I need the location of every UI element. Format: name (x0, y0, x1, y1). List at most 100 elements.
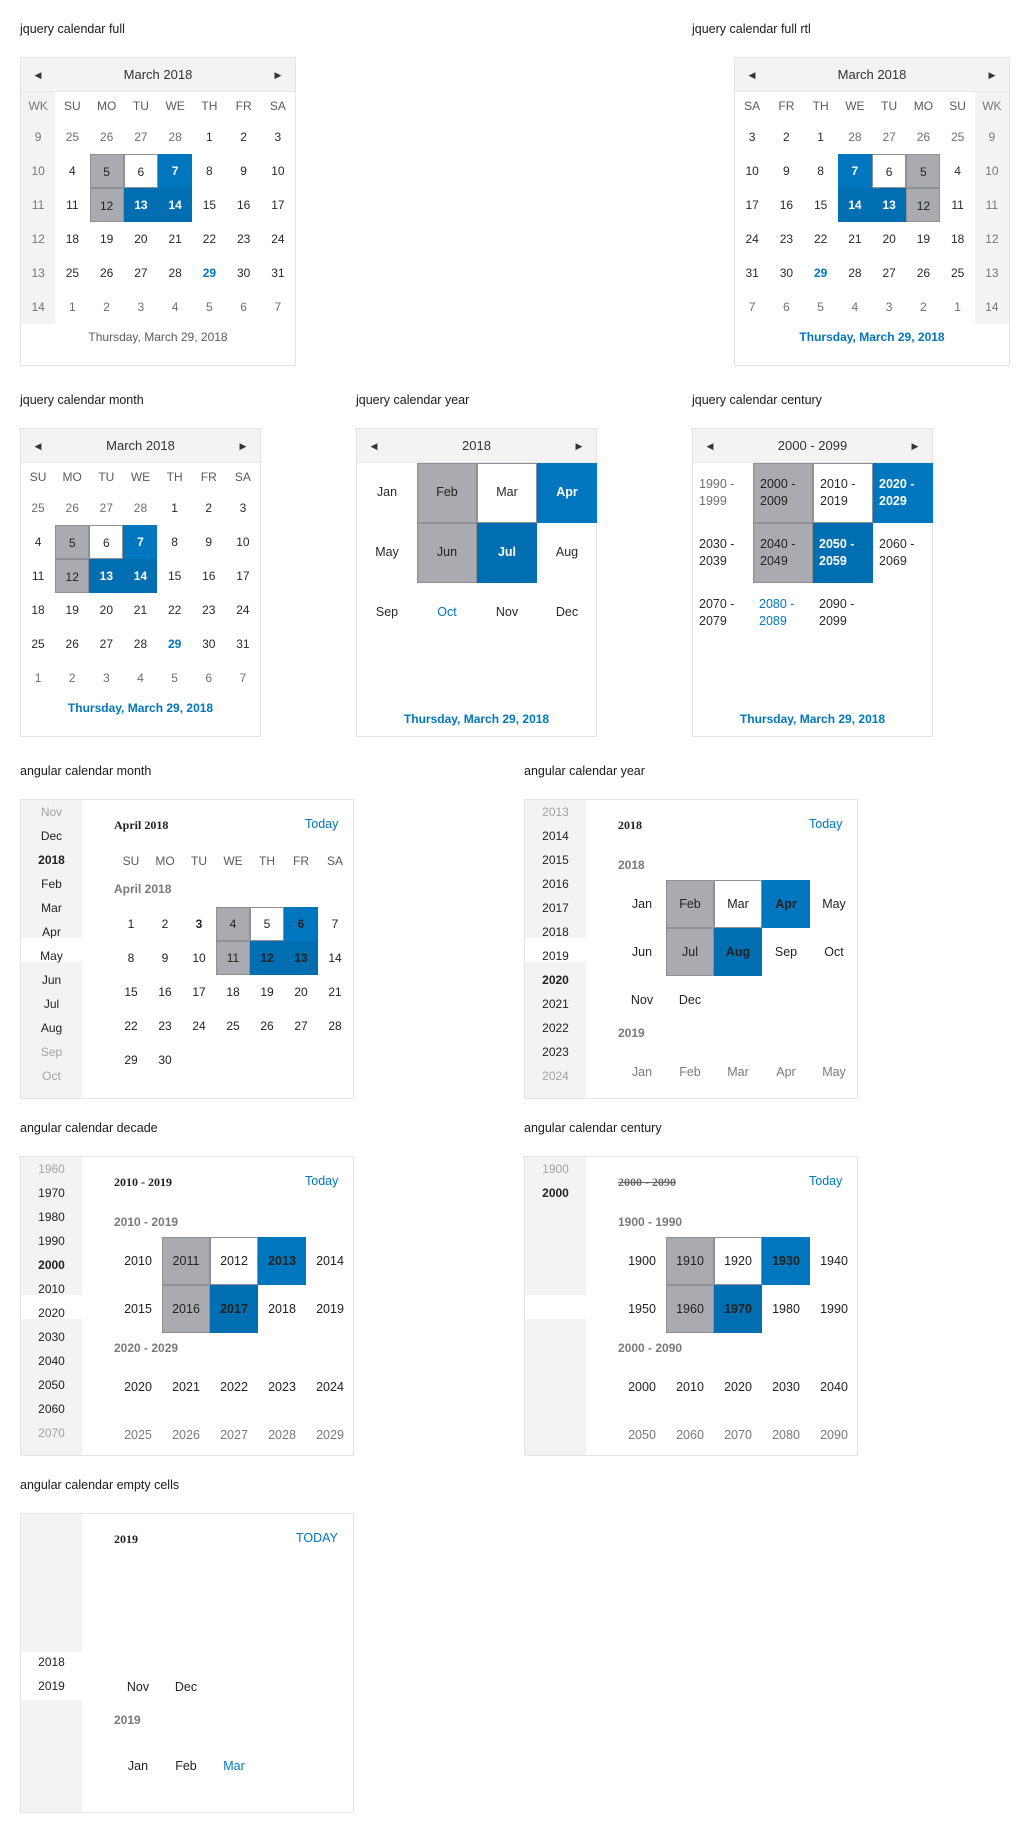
day-cell[interactable]: 20 (872, 222, 906, 256)
day-cell[interactable]: 22 (158, 593, 192, 627)
prev-arrow-icon[interactable]: ◀ (735, 58, 769, 92)
day-cell[interactable]: 23 (148, 1009, 182, 1043)
month-cell[interactable]: May (357, 523, 417, 583)
grid-cell[interactable]: 2026 (162, 1411, 210, 1455)
day-cell[interactable]: 6 (872, 154, 907, 188)
day-cell[interactable]: 27 (872, 120, 906, 154)
day-cell[interactable]: 1 (192, 120, 226, 154)
day-cell[interactable]: 4 (55, 154, 89, 188)
day-cell[interactable]: 16 (148, 975, 182, 1009)
day-cell[interactable]: 31 (735, 256, 769, 290)
day-cell[interactable]: 11 (941, 188, 975, 222)
day-cell[interactable]: 4 (158, 290, 192, 324)
day-cell[interactable]: 27 (124, 120, 158, 154)
day-cell[interactable]: 18 (216, 975, 250, 1009)
grid-cell[interactable]: 2019 (306, 1285, 353, 1333)
day-cell[interactable]: 7 (837, 154, 872, 188)
month-cell[interactable]: Mar (477, 463, 537, 523)
day-cell[interactable]: 11 (55, 188, 89, 222)
day-cell[interactable]: 4 (941, 154, 975, 188)
prev-arrow-icon[interactable]: ◀ (21, 429, 55, 463)
day-cell[interactable]: 19 (906, 222, 940, 256)
day-cell[interactable]: 10 (735, 154, 769, 188)
grid-cell[interactable]: 1900 (618, 1237, 666, 1285)
grid-cell[interactable]: 2070 (714, 1411, 762, 1455)
day-cell[interactable]: 28 (838, 256, 872, 290)
day-cell[interactable]: 25 (941, 120, 975, 154)
navigation-item[interactable]: 2030 (21, 1330, 82, 1344)
grid-cell[interactable]: 2020 (714, 1363, 762, 1411)
day-cell[interactable]: 3 (872, 290, 906, 324)
navigation-item[interactable]: 2070 (21, 1426, 82, 1440)
day-cell[interactable]: 7 (123, 525, 158, 559)
navigation-item[interactable]: May (21, 949, 82, 963)
day-cell[interactable]: 27 (89, 627, 123, 661)
day-cell[interactable]: 24 (226, 593, 260, 627)
decade-cell[interactable]: 2060 - 2069 (873, 523, 933, 583)
grid-cell[interactable]: 2000 (618, 1363, 666, 1411)
day-cell[interactable]: 15 (192, 188, 226, 222)
grid-cell[interactable]: 2060 (666, 1411, 714, 1455)
grid-cell[interactable]: 2011 (162, 1237, 210, 1285)
day-cell[interactable]: 9 (192, 525, 226, 559)
today-button[interactable]: Today (809, 817, 842, 831)
day-cell[interactable]: 5 (804, 290, 838, 324)
grid-cell[interactable]: Jun (618, 928, 666, 976)
day-cell[interactable]: 25 (55, 256, 89, 290)
calendar-title[interactable]: 2000 - 2099 (727, 429, 898, 463)
day-cell[interactable]: 16 (769, 188, 803, 222)
day-cell[interactable]: 27 (284, 1009, 318, 1043)
navigation-item[interactable]: 2020 (525, 973, 586, 987)
grid-cell[interactable]: 2030 (762, 1363, 810, 1411)
day-cell[interactable]: 26 (90, 120, 124, 154)
calendar-title[interactable]: 2000 - 2090 (618, 1175, 676, 1190)
grid-cell[interactable]: 2010 (666, 1363, 714, 1411)
day-cell[interactable]: 12 (250, 941, 284, 975)
navigation-item[interactable]: Aug (21, 1021, 82, 1035)
day-cell[interactable]: 28 (318, 1009, 352, 1043)
day-cell[interactable]: 19 (55, 593, 89, 627)
navigation-item[interactable]: 2017 (525, 901, 586, 915)
grid-cell[interactable]: 1960 (666, 1285, 714, 1333)
grid-cell[interactable]: 2018 (258, 1285, 306, 1333)
day-cell[interactable]: 8 (192, 154, 226, 188)
month-cell[interactable]: Jan (357, 463, 417, 523)
day-cell[interactable]: 26 (906, 256, 940, 290)
day-cell[interactable]: 3 (261, 120, 295, 154)
day-cell[interactable]: 18 (55, 222, 89, 256)
grid-cell[interactable]: 2023 (258, 1363, 306, 1411)
next-arrow-icon[interactable]: ▶ (261, 58, 295, 92)
grid-cell[interactable]: 2012 (210, 1237, 258, 1285)
grid-cell[interactable]: 2025 (114, 1411, 162, 1455)
grid-cell[interactable]: 1950 (618, 1285, 666, 1333)
today-button[interactable]: Today (305, 817, 338, 831)
next-arrow-icon[interactable]: ▶ (562, 429, 596, 463)
grid-cell[interactable]: 1970 (714, 1285, 762, 1333)
day-cell[interactable]: 28 (158, 256, 192, 290)
grid-cell[interactable]: 2021 (162, 1363, 210, 1411)
grid-cell[interactable]: 2028 (258, 1411, 306, 1455)
day-cell[interactable]: 14 (158, 188, 193, 222)
next-arrow-icon[interactable]: ▶ (226, 429, 260, 463)
grid-cell[interactable]: 1920 (714, 1237, 762, 1285)
grid-cell[interactable]: Jan (618, 880, 666, 928)
navigation-item[interactable]: 2040 (21, 1354, 82, 1368)
day-cell[interactable]: 7 (318, 907, 352, 941)
prev-arrow-icon[interactable]: ◀ (21, 58, 55, 92)
day-cell[interactable]: 10 (261, 154, 295, 188)
day-cell[interactable]: 3 (735, 120, 769, 154)
navigation-item[interactable]: 1970 (21, 1186, 82, 1200)
day-cell[interactable]: 14 (837, 188, 872, 222)
day-cell[interactable]: 29 (804, 256, 838, 290)
navigation-item[interactable]: 2022 (525, 1021, 586, 1035)
grid-cell[interactable]: Nov (618, 976, 666, 1024)
grid-cell[interactable]: Dec (666, 976, 714, 1024)
grid-cell[interactable]: 2024 (306, 1363, 353, 1411)
day-cell[interactable]: 20 (89, 593, 123, 627)
day-cell[interactable]: 5 (55, 525, 90, 559)
day-cell[interactable]: 5 (89, 154, 124, 188)
today-button[interactable]: TODAY (296, 1531, 338, 1545)
day-cell[interactable]: 4 (21, 525, 55, 559)
calendar-title[interactable]: March 2018 (55, 429, 226, 463)
navigation-item[interactable]: Feb (21, 877, 82, 891)
